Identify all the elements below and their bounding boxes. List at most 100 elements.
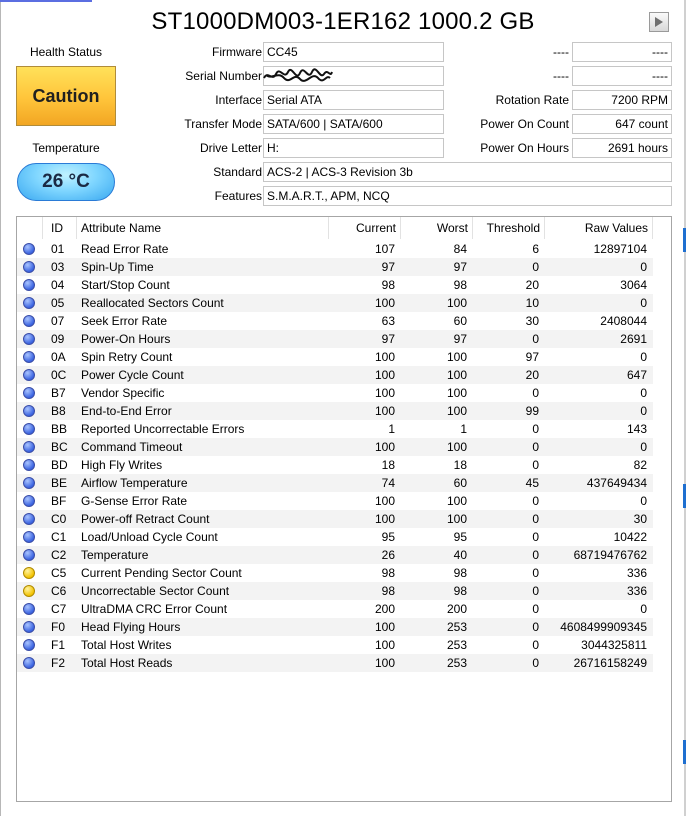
health-status-badge[interactable]: Caution bbox=[16, 66, 116, 126]
header-status[interactable] bbox=[17, 217, 43, 239]
status-dot-icon bbox=[23, 621, 35, 633]
cell-id: 0A bbox=[51, 350, 66, 364]
cell-raw-values: 26716158249 bbox=[573, 656, 647, 670]
header-current[interactable]: Current bbox=[329, 217, 401, 239]
status-dot-icon bbox=[23, 315, 35, 327]
cell-current: 100 bbox=[374, 404, 395, 418]
table-row[interactable]: 09 Power-On Hours 97 97 0 2691 bbox=[17, 330, 653, 348]
table-row[interactable]: C7 UltraDMA CRC Error Count 200 200 0 0 bbox=[17, 600, 653, 618]
cell-threshold: 20 bbox=[525, 278, 539, 292]
header-threshold[interactable]: Threshold bbox=[473, 217, 545, 239]
window-left-edge bbox=[0, 0, 1, 816]
table-row[interactable]: 04 Start/Stop Count 98 98 20 3064 bbox=[17, 276, 653, 294]
header-id[interactable]: ID bbox=[43, 217, 77, 239]
blank-label-1: ---- bbox=[553, 45, 569, 59]
cell-raw-values: 0 bbox=[640, 494, 647, 508]
status-dot-icon bbox=[23, 369, 35, 381]
cell-current: 26 bbox=[381, 548, 395, 562]
table-row[interactable]: C0 Power-off Retract Count 100 100 0 30 bbox=[17, 510, 653, 528]
cell-attribute-name: Seek Error Rate bbox=[81, 314, 168, 328]
cell-current: 98 bbox=[381, 566, 395, 580]
table-row[interactable]: C5 Current Pending Sector Count 98 98 0 336 bbox=[17, 564, 653, 582]
cell-threshold: 0 bbox=[532, 332, 539, 346]
table-row[interactable]: F2 Total Host Reads 100 253 0 26716158249 bbox=[17, 654, 653, 672]
cell-raw-values: 0 bbox=[640, 404, 647, 418]
cell-id: BD bbox=[51, 458, 68, 472]
cell-threshold: 99 bbox=[525, 404, 539, 418]
cell-raw-values: 0 bbox=[640, 386, 647, 400]
temperature-badge[interactable]: 26 °C bbox=[17, 163, 115, 201]
table-row[interactable]: B7 Vendor Specific 100 100 0 0 bbox=[17, 384, 653, 402]
blank-field-2: ---- bbox=[572, 66, 672, 86]
cell-worst: 100 bbox=[446, 494, 467, 508]
serial-number-label: Serial Number bbox=[185, 69, 262, 83]
table-header: ID Attribute Name Current Worst Threshol… bbox=[17, 217, 653, 239]
table-row[interactable]: C1 Load/Unload Cycle Count 95 95 0 10422 bbox=[17, 528, 653, 546]
cell-threshold: 0 bbox=[532, 440, 539, 454]
cell-raw-values: 0 bbox=[640, 440, 647, 454]
next-disk-button[interactable] bbox=[649, 12, 669, 32]
power-on-hours-label: Power On Hours bbox=[480, 141, 569, 155]
header-raw-values[interactable]: Raw Values bbox=[545, 217, 653, 239]
cell-current: 97 bbox=[381, 260, 395, 274]
status-dot-icon bbox=[23, 495, 35, 507]
cell-id: C6 bbox=[51, 584, 67, 598]
cell-threshold: 0 bbox=[532, 512, 539, 526]
cell-attribute-name: Start/Stop Count bbox=[81, 278, 170, 292]
cell-current: 95 bbox=[381, 530, 395, 544]
status-dot-icon bbox=[23, 639, 35, 651]
table-row[interactable]: 03 Spin-Up Time 97 97 0 0 bbox=[17, 258, 653, 276]
cell-worst: 60 bbox=[453, 476, 467, 490]
table-row[interactable]: 01 Read Error Rate 107 84 6 12897104 bbox=[17, 240, 653, 258]
table-row[interactable]: F1 Total Host Writes 100 253 0 3044325811 bbox=[17, 636, 653, 654]
cell-threshold: 45 bbox=[525, 476, 539, 490]
cell-threshold: 0 bbox=[532, 566, 539, 580]
cell-id: F0 bbox=[51, 620, 66, 634]
table-row[interactable]: BE Airflow Temperature 74 60 45 437649434 bbox=[17, 474, 653, 492]
cell-worst: 253 bbox=[446, 656, 467, 670]
cell-current: 100 bbox=[374, 368, 395, 382]
header-attribute-name[interactable]: Attribute Name bbox=[77, 217, 329, 239]
features-field: S.M.A.R.T., APM, NCQ bbox=[263, 186, 672, 206]
cell-worst: 95 bbox=[453, 530, 467, 544]
table-row[interactable]: BB Reported Uncorrectable Errors 1 1 0 143 bbox=[17, 420, 653, 438]
cell-current: 74 bbox=[381, 476, 395, 490]
transfer-mode-field: SATA/600 | SATA/600 bbox=[263, 114, 444, 134]
cell-attribute-name: Total Host Reads bbox=[81, 656, 173, 670]
table-row[interactable]: BD High Fly Writes 18 18 0 82 bbox=[17, 456, 653, 474]
status-dot-icon bbox=[23, 351, 35, 363]
cell-worst: 98 bbox=[453, 584, 467, 598]
cell-worst: 60 bbox=[453, 314, 467, 328]
table-row[interactable]: 0A Spin Retry Count 100 100 97 0 bbox=[17, 348, 653, 366]
table-row[interactable]: BF G-Sense Error Rate 100 100 0 0 bbox=[17, 492, 653, 510]
cell-id: 07 bbox=[51, 314, 65, 328]
table-row[interactable]: 05 Reallocated Sectors Count 100 100 10 0 bbox=[17, 294, 653, 312]
play-triangle-icon bbox=[655, 17, 663, 27]
cell-current: 97 bbox=[381, 332, 395, 346]
cell-raw-values: 143 bbox=[626, 422, 647, 436]
cell-id: 04 bbox=[51, 278, 65, 292]
table-row[interactable]: BC Command Timeout 100 100 0 0 bbox=[17, 438, 653, 456]
cell-raw-values: 2691 bbox=[620, 332, 647, 346]
table-row[interactable]: C6 Uncorrectable Sector Count 98 98 0 336 bbox=[17, 582, 653, 600]
table-row[interactable]: B8 End-to-End Error 100 100 99 0 bbox=[17, 402, 653, 420]
status-dot-icon bbox=[23, 459, 35, 471]
status-dot-icon bbox=[23, 279, 35, 291]
table-row[interactable]: C2 Temperature 26 40 0 68719476762 bbox=[17, 546, 653, 564]
standard-label: Standard bbox=[213, 165, 262, 179]
cell-current: 98 bbox=[381, 278, 395, 292]
header-worst[interactable]: Worst bbox=[401, 217, 473, 239]
transfer-mode-label: Transfer Mode bbox=[184, 117, 262, 131]
cell-threshold: 0 bbox=[532, 638, 539, 652]
rotation-rate-field: 7200 RPM bbox=[572, 90, 672, 110]
status-dot-icon bbox=[23, 603, 35, 615]
cell-attribute-name: Command Timeout bbox=[81, 440, 183, 454]
cell-raw-values: 336 bbox=[626, 584, 647, 598]
table-row[interactable]: 0C Power Cycle Count 100 100 20 647 bbox=[17, 366, 653, 384]
smart-attribute-table[interactable]: ID Attribute Name Current Worst Threshol… bbox=[16, 216, 672, 802]
cell-threshold: 0 bbox=[532, 548, 539, 562]
table-row[interactable]: F0 Head Flying Hours 100 253 0 4608499909345 bbox=[17, 618, 653, 636]
table-row[interactable]: 07 Seek Error Rate 63 60 30 2408044 bbox=[17, 312, 653, 330]
blank-label-2: ---- bbox=[553, 69, 569, 83]
cell-id: 09 bbox=[51, 332, 65, 346]
